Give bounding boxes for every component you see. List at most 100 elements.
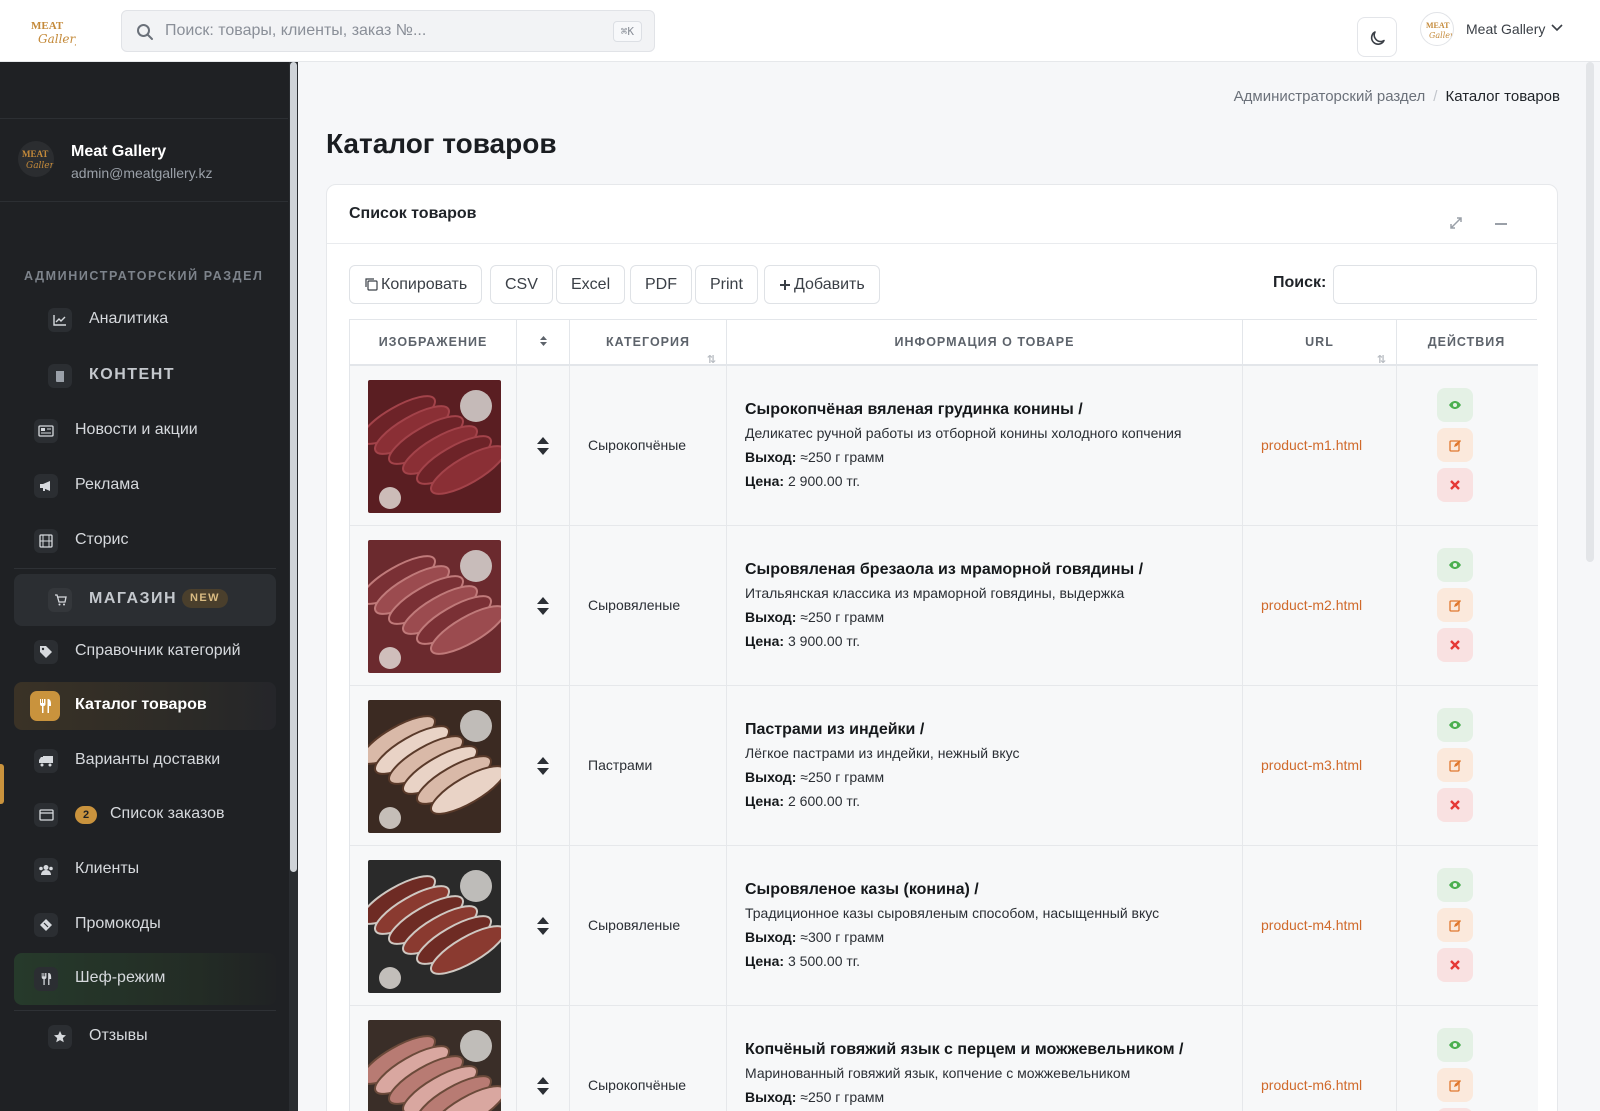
product-yield: Выход: ≈250 г грамм: [745, 449, 884, 465]
product-name: Сыровяленая брезаола из мраморной говяди…: [745, 561, 1144, 578]
edit-button[interactable]: [1437, 908, 1473, 942]
cell-url: product-m2.html: [1243, 526, 1397, 686]
sidebar-item-news[interactable]: Новости и акции: [14, 407, 276, 455]
table-row[interactable]: Пастрами Пастрами из индейки / Лёгкое па…: [350, 686, 1538, 846]
product-yield: Выход: ≈250 г грамм: [745, 769, 884, 785]
sidebar-profile[interactable]: MEAT Gallery Meat Gallery admin@meatgalle…: [0, 118, 288, 202]
cell-category: Пастрами: [570, 686, 727, 846]
edit-button[interactable]: [1437, 588, 1473, 622]
sidebar-item-categories[interactable]: Справочник категорий: [14, 628, 276, 676]
cell-url: product-m1.html: [1243, 366, 1397, 526]
column-header-image[interactable]: ИЗОБРАЖЕНИЕ: [350, 320, 517, 364]
product-yield: Выход: ≈250 г грамм: [745, 1089, 884, 1105]
sidebar-item-analytics[interactable]: Аналитика: [14, 296, 276, 344]
product-category: Сыровяленые: [588, 917, 681, 933]
column-header-order[interactable]: [517, 320, 570, 364]
view-button[interactable]: [1437, 1028, 1473, 1062]
drag-handle-icon[interactable]: [536, 916, 550, 936]
product-url-link[interactable]: product-m1.html: [1261, 437, 1362, 453]
edit-button[interactable]: [1437, 428, 1473, 462]
product-url-link[interactable]: product-m6.html: [1261, 1077, 1362, 1093]
yield-value: ≈250 г грамм: [796, 609, 885, 625]
sidebar-group-shop[interactable]: МАГАЗИН NEW: [14, 574, 276, 626]
product-url-link[interactable]: product-m3.html: [1261, 757, 1362, 773]
table-row[interactable]: Сыровяленые Сыровяленое казы (конина) / …: [350, 846, 1538, 1006]
drag-handle-icon[interactable]: [536, 1076, 550, 1096]
sidebar-group-content[interactable]: КОНТЕНТ: [14, 352, 276, 400]
logo[interactable]: MEAT Gallery: [28, 16, 82, 48]
product-url-link[interactable]: product-m2.html: [1261, 597, 1362, 613]
book-icon: [48, 364, 72, 388]
breadcrumb-parent[interactable]: Администраторский раздел: [1234, 88, 1426, 105]
table-search-input[interactable]: [1333, 265, 1537, 304]
add-button[interactable]: Добавить: [764, 265, 880, 304]
table-row[interactable]: Сырокопчёные Сырокопчёная вяленая грудин…: [350, 366, 1538, 526]
column-header-actions: ДЕЙСТВИЯ: [1427, 335, 1506, 349]
moon-icon: [1370, 31, 1385, 45]
pdf-button[interactable]: PDF: [630, 265, 692, 304]
sidebar-item-label: Сторис: [75, 531, 129, 548]
theme-toggle-button[interactable]: [1357, 17, 1397, 57]
eye-icon: [1449, 721, 1461, 729]
sidebar-scrollbar[interactable]: [290, 62, 297, 872]
product-yield: Выход: ≈250 г грамм: [745, 609, 884, 625]
user-name: Meat Gallery: [1466, 21, 1546, 37]
product-url-link[interactable]: product-m4.html: [1261, 917, 1362, 933]
delete-button[interactable]: [1437, 628, 1473, 662]
search-shortcut: ⌘K: [612, 21, 642, 42]
drag-handle-icon[interactable]: [536, 596, 550, 616]
column-header-category[interactable]: КАТЕГОРИЯ ⇅: [570, 320, 727, 366]
close-icon: [1450, 480, 1460, 490]
collapse-icon[interactable]: [1493, 215, 1509, 231]
sidebar-item-reviews[interactable]: Отзывы: [14, 1013, 276, 1061]
table-row[interactable]: Сыровяленые Сыровяленая брезаола из мрам…: [350, 526, 1538, 686]
sidebar-item-chef-mode[interactable]: Шеф-режим: [14, 953, 276, 1005]
sidebar-item-delivery[interactable]: Варианты доставки: [14, 737, 276, 785]
column-header-info[interactable]: ИНФОРМАЦИЯ О ТОВАРЕ: [727, 320, 1243, 364]
drag-handle-icon[interactable]: [536, 436, 550, 456]
global-search[interactable]: Поиск: товары, клиенты, заказ №... ⌘K: [121, 10, 655, 52]
edit-button[interactable]: [1437, 748, 1473, 782]
delete-button[interactable]: [1437, 788, 1473, 822]
product-yield: Выход: ≈300 г грамм: [745, 929, 884, 945]
expand-icon[interactable]: [1448, 215, 1464, 231]
delete-button[interactable]: [1437, 468, 1473, 502]
excel-button[interactable]: Excel: [556, 265, 626, 304]
close-icon: [1450, 960, 1460, 970]
cell-url: product-m3.html: [1243, 686, 1397, 846]
print-button[interactable]: Print: [695, 265, 758, 304]
sidebar-divider: [14, 568, 276, 569]
view-button[interactable]: [1437, 388, 1473, 422]
sidebar-item-orders[interactable]: 2 Список заказов: [14, 791, 276, 839]
column-header-url[interactable]: URL ⇅: [1243, 320, 1397, 366]
main-content: Администраторский раздел / Каталог товаров…: [298, 62, 1600, 1111]
products-table: ИЗОБРАЖЕНИЕ КАТЕГОРИЯ ⇅ ИНФОРМАЦИЯ О ТОВА…: [349, 319, 1538, 1111]
copy-icon: [365, 278, 378, 291]
page-title: Каталог товаров: [326, 128, 557, 159]
yield-label: Выход:: [745, 609, 797, 625]
svg-text:Gallery: Gallery: [1429, 31, 1454, 40]
cell-actions: [1397, 366, 1536, 526]
search-placeholder: Поиск: товары, клиенты, заказ №...: [165, 22, 427, 39]
view-button[interactable]: [1437, 708, 1473, 742]
view-button[interactable]: [1437, 548, 1473, 582]
sidebar-item-clients[interactable]: Клиенты: [14, 846, 276, 894]
edit-icon: [1448, 759, 1461, 772]
table-row[interactable]: Сырокопчёные Копчёный говяжий язык с пер…: [350, 1006, 1538, 1111]
sidebar-item-stories[interactable]: Сторис: [14, 517, 276, 565]
page-scrollbar[interactable]: [1586, 62, 1594, 562]
table-search-label: Поиск:: [1273, 274, 1327, 291]
product-price: Цена: 2 600.00 тг.: [745, 793, 860, 809]
drag-handle-icon[interactable]: [536, 756, 550, 776]
cell-info: Сыровяленая брезаола из мраморной говяди…: [727, 526, 1243, 686]
sidebar-item-promocodes[interactable]: Промокоды: [14, 901, 276, 949]
sidebar-item-ads[interactable]: Реклама: [14, 462, 276, 510]
delete-button[interactable]: [1437, 948, 1473, 982]
view-button[interactable]: [1437, 868, 1473, 902]
sidebar-item-catalog[interactable]: Каталог товаров: [14, 682, 276, 730]
breadcrumb: Администраторский раздел / Каталог товаров: [1234, 88, 1560, 105]
edit-button[interactable]: [1437, 1068, 1473, 1102]
csv-button[interactable]: CSV: [490, 265, 553, 304]
copy-button[interactable]: Копировать: [349, 265, 483, 304]
svg-text:Gallery: Gallery: [26, 161, 54, 171]
